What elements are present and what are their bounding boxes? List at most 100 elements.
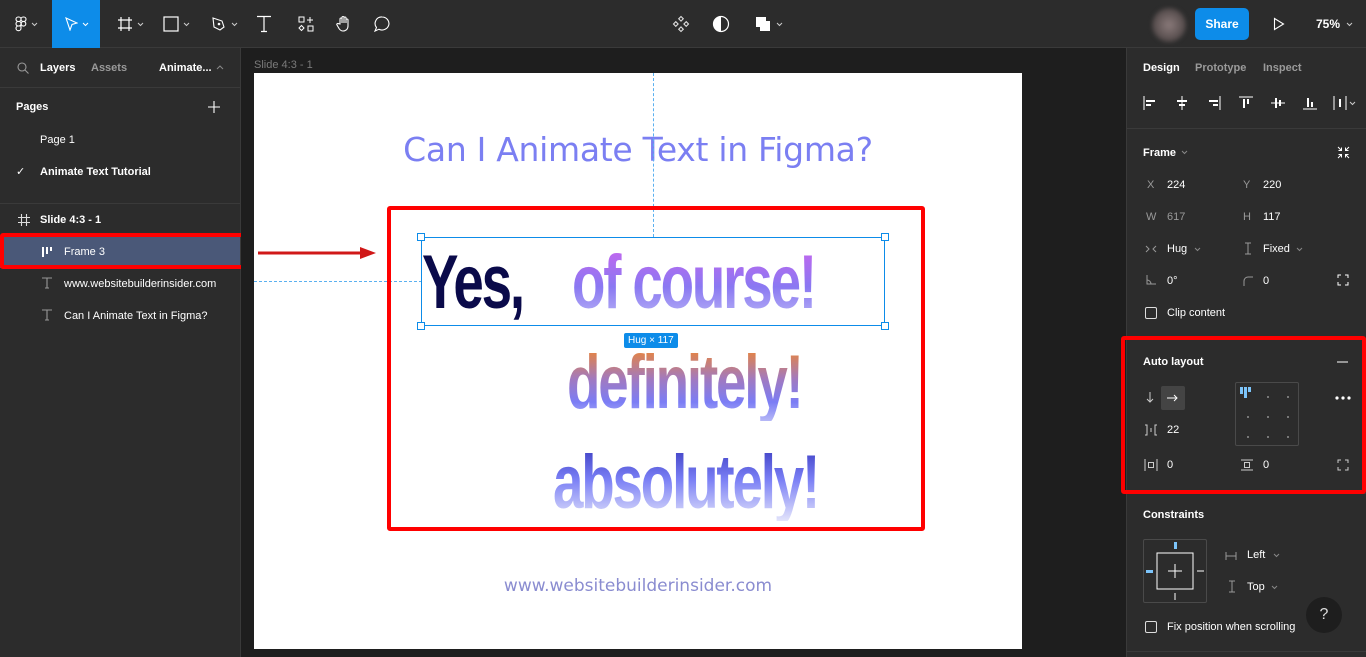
corner-radius-input[interactable]: 0 [1263, 275, 1269, 287]
text-definitely[interactable]: definitely! [567, 345, 804, 421]
tab-layers[interactable]: Layers [40, 62, 75, 74]
resize-handle[interactable] [881, 322, 889, 330]
x-label: X [1147, 179, 1155, 191]
align-right-icon[interactable] [1207, 96, 1221, 110]
zoom-level: 75% [1316, 17, 1341, 31]
comment-tool-button[interactable] [370, 0, 394, 48]
contrast-button[interactable] [710, 0, 732, 48]
direction-vertical-icon[interactable] [1145, 392, 1155, 404]
pages-heading: Pages [16, 101, 49, 113]
rotation-input[interactable]: 0° [1167, 275, 1178, 287]
tab-design[interactable]: Design [1143, 62, 1180, 74]
frame-tool-button[interactable] [112, 0, 148, 48]
fixed-height-icon [1245, 242, 1251, 255]
more-options-icon[interactable] [1335, 396, 1351, 400]
main-menu-button[interactable] [4, 0, 48, 48]
align-top-icon[interactable] [1239, 96, 1253, 110]
horizontal-padding-input[interactable]: 0 [1167, 459, 1173, 471]
constraints-diagram-icon [1146, 542, 1204, 600]
align-vertical-center-icon[interactable] [1271, 96, 1285, 110]
align-left-icon[interactable] [1143, 96, 1157, 110]
search-icon[interactable] [17, 62, 29, 74]
left-panel-tabs: Layers Assets Animate... [0, 48, 240, 88]
comment-icon [373, 16, 390, 33]
layer-row-slide[interactable]: Slide 4:3 - 1 [0, 204, 240, 236]
divider [1127, 651, 1366, 652]
guide-line-vertical [653, 73, 654, 237]
align-bottom-icon[interactable] [1303, 96, 1317, 110]
selection-box[interactable] [421, 237, 885, 326]
h-input[interactable]: 117 [1263, 211, 1281, 223]
remove-auto-layout-icon[interactable] [1337, 361, 1348, 363]
user-avatar[interactable] [1152, 8, 1186, 42]
pen-tool-button[interactable] [206, 0, 242, 48]
y-label: Y [1243, 179, 1251, 191]
help-button[interactable]: ? [1306, 597, 1342, 633]
present-button[interactable] [1268, 0, 1290, 48]
text-layer-icon [42, 309, 52, 321]
slide-title[interactable]: Can I Animate Text in Figma? [254, 130, 1022, 169]
page-item[interactable]: Page 1 [40, 134, 75, 146]
height-mode-dropdown[interactable]: Fixed [1263, 243, 1290, 255]
annotation-arrow-icon [258, 247, 376, 259]
move-cursor-icon [64, 17, 78, 31]
tab-prototype[interactable]: Prototype [1195, 62, 1246, 74]
layer-row-frame-3[interactable]: Frame 3 [0, 236, 240, 268]
alignment-grid[interactable] [1235, 382, 1299, 446]
slide-frame[interactable]: Can I Animate Text in Figma? Yes, of cou… [254, 73, 1022, 649]
components-button[interactable] [670, 0, 692, 48]
y-input[interactable]: 220 [1263, 179, 1281, 191]
resize-handle[interactable] [881, 233, 889, 241]
width-mode-dropdown[interactable]: Hug [1167, 243, 1187, 255]
hand-tool-button[interactable] [332, 0, 356, 48]
distribute-icon[interactable] [1333, 96, 1357, 110]
contrast-icon [712, 15, 730, 33]
rectangle-icon [162, 16, 179, 32]
x-input[interactable]: 224 [1167, 179, 1185, 191]
guide-line-horizontal [254, 281, 422, 282]
fix-position-checkbox[interactable] [1145, 621, 1157, 633]
w-input[interactable]: 617 [1167, 211, 1185, 223]
chevron-down-icon[interactable] [1296, 247, 1303, 252]
resize-to-fit-icon[interactable] [1337, 146, 1350, 159]
page-item-current[interactable]: Animate Text Tutorial [40, 166, 151, 178]
chevron-up-icon[interactable] [216, 65, 224, 70]
slide-url-text[interactable]: www.websitebuilderinsider.com [254, 576, 1022, 596]
share-button[interactable]: Share [1195, 8, 1249, 40]
canvas[interactable]: Slide 4:3 - 1 Can I Animate Text in Figm… [241, 48, 1126, 657]
text-icon [257, 15, 271, 33]
tab-assets[interactable]: Assets [91, 62, 127, 74]
add-page-icon[interactable] [207, 100, 221, 114]
layer-row-url-text[interactable]: www.websitebuilderinsider.com [0, 268, 240, 300]
move-tool-button[interactable] [52, 0, 100, 48]
direction-horizontal-button[interactable] [1161, 386, 1185, 410]
chevron-down-icon[interactable] [1273, 553, 1280, 558]
text-absolutely[interactable]: absolutely! [553, 445, 820, 521]
boolean-ops-button[interactable] [750, 0, 786, 48]
independent-corners-icon[interactable] [1337, 274, 1349, 286]
resources-button[interactable] [294, 0, 318, 48]
zoom-dropdown[interactable]: 75% [1316, 0, 1353, 48]
chevron-down-icon[interactable] [1181, 150, 1188, 155]
individual-padding-icon[interactable] [1337, 459, 1349, 471]
resize-handle[interactable] [417, 322, 425, 330]
text-layer-icon [42, 277, 52, 289]
text-tool-button[interactable] [252, 0, 276, 48]
layer-row-title-text[interactable]: Can I Animate Text in Figma? [0, 300, 240, 332]
constraints-widget[interactable] [1143, 539, 1207, 603]
align-horizontal-center-icon[interactable] [1175, 96, 1189, 110]
frame-heading[interactable]: Frame [1143, 147, 1176, 159]
horizontal-constraint-dropdown[interactable]: Left [1247, 549, 1265, 561]
vertical-constraint-dropdown[interactable]: Top [1247, 581, 1265, 593]
w-label: W [1146, 211, 1157, 223]
clip-content-checkbox[interactable] [1145, 307, 1157, 319]
page-selector[interactable]: Animate... [159, 62, 212, 74]
chevron-down-icon[interactable] [1194, 247, 1201, 252]
tab-inspect[interactable]: Inspect [1263, 62, 1302, 74]
shape-tool-button[interactable] [158, 0, 194, 48]
item-spacing-input[interactable]: 22 [1167, 424, 1179, 436]
resize-handle[interactable] [417, 233, 425, 241]
frame-label[interactable]: Slide 4:3 - 1 [254, 59, 313, 71]
chevron-down-icon[interactable] [1271, 585, 1278, 590]
vertical-padding-input[interactable]: 0 [1263, 459, 1269, 471]
